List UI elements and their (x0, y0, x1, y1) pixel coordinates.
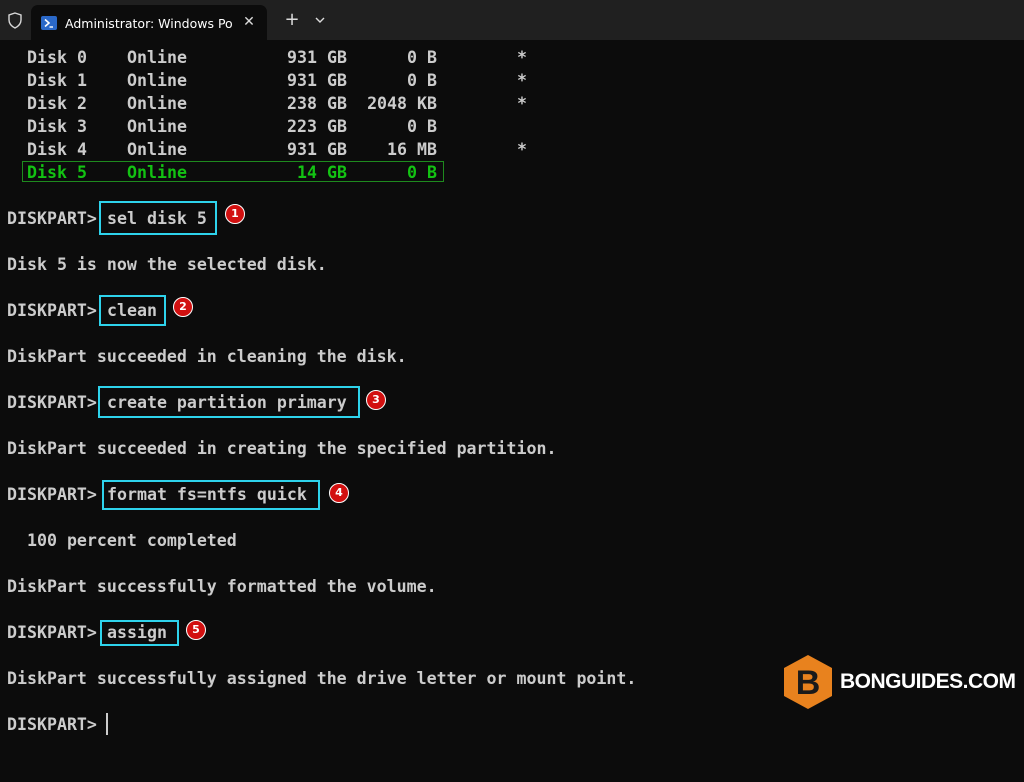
watermark-text: BONGUIDES.COM (840, 670, 1016, 693)
tab-powershell[interactable]: Administrator: Windows PowerShell ✕ (31, 5, 267, 40)
command-line: DISKPART> assign (7, 621, 167, 644)
command-line: DISKPART> format fs=ntfs quick (7, 483, 307, 506)
chevron-down-icon[interactable] (312, 12, 328, 28)
command-line: DISKPART> create partition primary (7, 391, 347, 414)
step-badge: 2 (173, 297, 193, 317)
command-highlight-box (99, 295, 166, 326)
command-highlight-box (100, 620, 179, 646)
disk-row: Disk 4 Online 931 GB 16 MB * (27, 140, 527, 159)
prompt: DISKPART> (7, 393, 97, 412)
new-tab-button[interactable]: + (282, 10, 302, 30)
text-cursor (106, 713, 108, 735)
output-line: DiskPart successfully formatted the volu… (7, 577, 437, 596)
step-badge: 5 (186, 620, 206, 640)
powershell-icon (41, 16, 57, 30)
command-highlight-box (102, 480, 320, 510)
shield-icon[interactable] (7, 12, 23, 29)
command-line: DISKPART> sel disk 5 (7, 207, 207, 230)
close-tab-icon[interactable]: ✕ (240, 13, 258, 31)
prompt: DISKPART> (7, 623, 97, 642)
disk-row: Disk 2 Online 238 GB 2048 KB * (27, 94, 527, 113)
title-bar: Administrator: Windows PowerShell ✕ + (0, 0, 1024, 40)
prompt: DISKPART> (7, 715, 97, 734)
step-badge: 1 (225, 204, 245, 224)
disk-row: Disk 1 Online 931 GB 0 B * (27, 71, 527, 90)
bonguides-logo-icon: B (784, 655, 832, 709)
step-badge: 4 (329, 483, 349, 503)
current-prompt[interactable]: DISKPART> (7, 713, 97, 736)
output-line: DiskPart succeeded in cleaning the disk. (7, 347, 407, 366)
command-highlight-box (99, 201, 217, 235)
prompt: DISKPART> (7, 209, 97, 228)
tab-title: Administrator: Windows PowerShell (65, 16, 233, 31)
logo-letter: B (796, 664, 821, 702)
output-line: DiskPart successfully assigned the drive… (7, 669, 637, 688)
output-line: DiskPart succeeded in creating the speci… (7, 439, 557, 458)
prompt: DISKPART> (7, 301, 97, 320)
command-line: DISKPART> clean (7, 299, 157, 322)
output-line: Disk 5 is now the selected disk. (7, 255, 327, 274)
prompt: DISKPART> (7, 485, 97, 504)
disk-row-selected: Disk 5 Online 14 GB 0 B (27, 163, 437, 182)
command-highlight-box (98, 386, 360, 418)
disk-row: Disk 3 Online 223 GB 0 B (27, 117, 437, 136)
terminal-output[interactable]: Disk 0 Online 931 GB 0 B * Disk 1 Online… (0, 40, 1024, 744)
disk-row: Disk 0 Online 931 GB 0 B * (27, 48, 527, 67)
progress-line: 100 percent completed (7, 531, 237, 550)
step-badge: 3 (366, 390, 386, 410)
